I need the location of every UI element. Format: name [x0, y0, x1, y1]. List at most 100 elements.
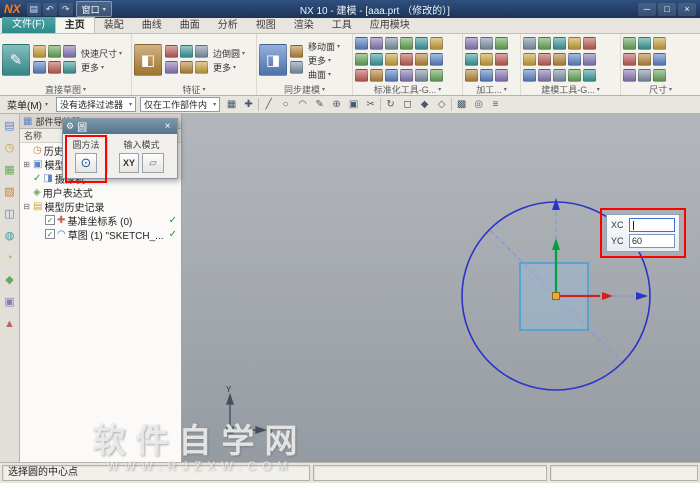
ribbon-icon[interactable] [653, 53, 666, 66]
ribbon-icon[interactable] [48, 61, 61, 74]
sketch-icon[interactable]: ✎ [2, 44, 30, 76]
ribbon-icon[interactable] [465, 69, 478, 82]
tab-视图[interactable]: 视图 [247, 18, 285, 33]
tab-主页[interactable]: 主页 [55, 17, 95, 33]
ribbon-icon[interactable] [370, 53, 383, 66]
ribbon-icon[interactable] [553, 37, 566, 50]
system-materials-icon[interactable]: ▲ [2, 317, 17, 332]
tab-渲染[interactable]: 渲染 [285, 18, 323, 33]
ribbon-icon[interactable] [415, 53, 428, 66]
wireframe-icon[interactable]: ◇ [434, 97, 449, 112]
selection-scope-select[interactable]: 仅在工作部件内 ▾ [140, 97, 220, 112]
ribbon-button-移动面[interactable]: 移动面▾ [306, 40, 342, 53]
ribbon-icon[interactable] [430, 69, 443, 82]
ribbon-icon[interactable] [583, 37, 596, 50]
ribbon-button-更多[interactable]: 更多▾ [79, 61, 124, 74]
ribbon-icon[interactable] [480, 53, 493, 66]
tab-工具[interactable]: 工具 [323, 18, 361, 33]
ribbon-icon[interactable] [430, 53, 443, 66]
ribbon-icon[interactable] [165, 61, 178, 74]
tab-装配[interactable]: 装配 [95, 18, 133, 33]
ribbon-button-更多[interactable]: 更多▾ [306, 54, 342, 67]
coordinate-input-mode-button[interactable]: ▱ [142, 153, 164, 173]
ribbon-icon[interactable] [370, 69, 383, 82]
ribbon-icon[interactable] [180, 45, 193, 58]
ribbon-icon[interactable] [480, 37, 493, 50]
ribbon-icon[interactable] [63, 45, 76, 58]
reuse-library-icon[interactable]: ▨ [2, 185, 17, 200]
minimize-button[interactable]: ─ [638, 3, 656, 16]
ribbon-icon[interactable] [290, 61, 303, 74]
tab-曲面[interactable]: 曲面 [171, 18, 209, 33]
window-menu-button[interactable]: 窗口 ▾ [76, 1, 112, 17]
ribbon-icon[interactable] [290, 45, 303, 58]
ribbon-icon[interactable] [553, 69, 566, 82]
ribbon-icon[interactable] [538, 37, 551, 50]
part-navigator-icon[interactable]: ▦ [2, 163, 17, 178]
assembly-navigator-icon[interactable]: ▤ [2, 119, 17, 134]
history-icon[interactable]: ◔ [2, 251, 17, 266]
move-face-icon[interactable]: ◨ [259, 44, 287, 76]
ribbon-icon[interactable] [165, 45, 178, 58]
ribbon-icon[interactable] [370, 37, 383, 50]
ribbon-icon[interactable] [553, 53, 566, 66]
ribbon-icon[interactable] [568, 53, 581, 66]
ribbon-icon[interactable] [538, 53, 551, 66]
ribbon-icon[interactable] [638, 69, 651, 82]
ribbon-icon[interactable] [400, 53, 413, 66]
shade-icon[interactable]: ◆ [417, 97, 432, 112]
xc-input[interactable] [629, 218, 675, 232]
point-icon[interactable]: ✚ [241, 97, 256, 112]
sketch-pencil-icon[interactable]: ✎ [312, 97, 327, 112]
center-radius-circle-button[interactable]: ⊙ [75, 153, 97, 173]
web-browser-icon[interactable]: ◍ [2, 229, 17, 244]
constraint-navigator-icon[interactable]: ◷ [2, 141, 17, 156]
selection-filter-select[interactable]: 没有选择过滤器 ▾ [56, 97, 136, 112]
ribbon-icon[interactable] [638, 37, 651, 50]
ribbon-icon[interactable] [195, 61, 208, 74]
ribbon-button-更多[interactable]: 更多▾ [211, 61, 247, 74]
ribbon-icon[interactable] [583, 53, 596, 66]
ribbon-icon[interactable] [623, 69, 636, 82]
save-icon[interactable]: ▤ [27, 3, 41, 16]
ribbon-icon[interactable] [385, 37, 398, 50]
ribbon-icon[interactable] [465, 37, 478, 50]
ribbon-icon[interactable] [195, 45, 208, 58]
zoom-icon[interactable]: ◎ [471, 97, 486, 112]
ribbon-icon[interactable] [568, 69, 581, 82]
ribbon-icon[interactable] [495, 69, 508, 82]
tab-分析[interactable]: 分析 [209, 18, 247, 33]
line-icon[interactable]: ╱ [261, 97, 276, 112]
orbit-icon[interactable]: ↻ [383, 97, 398, 112]
expander-icon[interactable]: ⊟ [22, 202, 31, 211]
ribbon-icon[interactable] [495, 37, 508, 50]
ribbon-icon[interactable] [495, 53, 508, 66]
yc-input[interactable]: 60 [629, 234, 675, 248]
maximize-button[interactable]: □ [658, 3, 676, 16]
ribbon-icon[interactable] [538, 69, 551, 82]
more-tools-icon[interactable]: ≡ [488, 97, 503, 112]
move-icon[interactable]: ▩ [454, 97, 469, 112]
ribbon-button-曲面[interactable]: 曲面▾ [306, 68, 342, 81]
ribbon-icon[interactable] [33, 61, 46, 74]
ribbon-icon[interactable] [583, 69, 596, 82]
ribbon-icon[interactable] [400, 37, 413, 50]
snap-grid-icon[interactable]: ▦ [224, 97, 239, 112]
datum-icon[interactable]: ⊕ [329, 97, 344, 112]
tree-item[interactable]: ✓◠草图 (1) "SKETCH_...✓ [20, 227, 181, 241]
sketch-canvas[interactable]: X Y [182, 114, 700, 462]
close-button[interactable]: × [678, 3, 696, 16]
ribbon-icon[interactable] [355, 37, 368, 50]
ribbon-icon[interactable] [33, 45, 46, 58]
ribbon-icon[interactable] [63, 61, 76, 74]
ribbon-icon[interactable] [355, 53, 368, 66]
graphics-viewport[interactable]: X Y XC YC 60 [182, 114, 700, 462]
xy-input-mode-button[interactable]: XY [119, 153, 139, 173]
ribbon-icon[interactable] [430, 37, 443, 50]
ribbon-icon[interactable] [415, 37, 428, 50]
plane-icon[interactable]: ▣ [346, 97, 361, 112]
ribbon-icon[interactable] [653, 69, 666, 82]
ribbon-icon[interactable] [465, 53, 478, 66]
ribbon-icon[interactable] [415, 69, 428, 82]
ribbon-icon[interactable] [523, 37, 536, 50]
